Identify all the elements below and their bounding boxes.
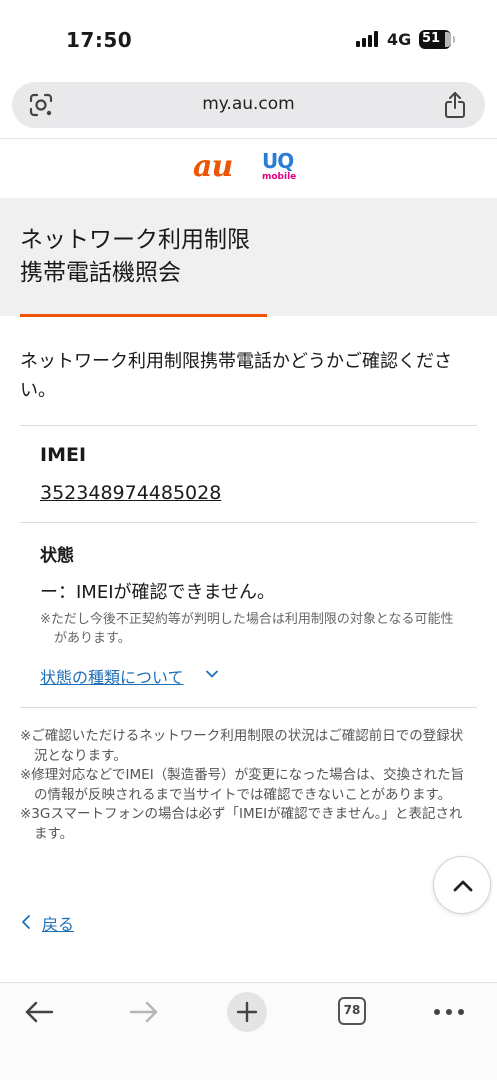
note-item: ※修理対応などでIMEI（製造番号）が変更になった場合は、交換された旨の情報が反… xyxy=(20,767,465,803)
tab-switcher-button[interactable]: 78 xyxy=(338,997,366,1025)
status-note: ※ただし今後不正契約等が判明した場合は利用制限の対象となる可能性があります。 xyxy=(40,612,454,646)
notes-list: ※ご確認いただけるネットワーク利用制限の状況はご確認前日での登録状況となります。… xyxy=(20,727,470,844)
share-icon[interactable] xyxy=(443,91,467,119)
status-types-link[interactable]: 状態の種類について xyxy=(40,664,184,688)
address-bar[interactable]: my.au.com xyxy=(12,82,485,128)
page-title: ネットワーク利用制限 携帯電話機照会 xyxy=(20,224,250,290)
more-icon[interactable] xyxy=(434,1009,464,1015)
imei-value: 352348974485028 xyxy=(40,482,222,504)
tab-count: 78 xyxy=(343,1003,361,1017)
scroll-to-top-button[interactable] xyxy=(433,856,491,914)
page-title-line1: ネットワーク利用制限 xyxy=(20,227,250,253)
arrow-left-icon[interactable] xyxy=(23,1000,55,1024)
new-tab-button[interactable] xyxy=(227,992,267,1032)
title-underline xyxy=(20,314,267,317)
browser-toolbar: 78 xyxy=(0,982,497,1080)
divider xyxy=(20,707,477,708)
divider xyxy=(20,522,477,523)
chevron-down-icon[interactable] xyxy=(205,667,219,681)
intro-text: ネットワーク利用制限携帯電話かどうかご確認ください。 xyxy=(20,351,452,401)
status-label: 状態 xyxy=(40,546,74,566)
page-title-block: ネットワーク利用制限 携帯電話機照会 xyxy=(0,198,497,316)
uq-mobile-logo: UQ mobile xyxy=(259,149,299,186)
back-link-label[interactable]: 戻る xyxy=(42,911,74,935)
au-logo: au xyxy=(193,149,233,184)
status-value: ー：IMEIが確認できません。 xyxy=(40,582,275,603)
imei-label: IMEI xyxy=(40,444,87,466)
chevron-left-icon xyxy=(22,915,30,929)
uq-logo-text: UQ xyxy=(262,149,294,173)
status-time: 17:50 xyxy=(66,28,133,52)
divider xyxy=(20,425,477,426)
signal-icon xyxy=(356,31,382,47)
brand-header: au UQ mobile xyxy=(0,138,497,198)
network-type: 4G xyxy=(387,30,412,49)
status-bar: 17:50 4G 51 xyxy=(0,0,497,80)
url-text[interactable]: my.au.com xyxy=(12,94,485,114)
uq-logo-subtext: mobile xyxy=(262,172,297,182)
page-title-line2: 携帯電話機照会 xyxy=(20,260,181,286)
note-item: ※3Gスマートフォンの場合は必ず「IMEIが確認できません。」と表記されます。 xyxy=(20,806,463,842)
chevron-up-icon xyxy=(453,880,473,892)
arrow-right-icon[interactable] xyxy=(128,1000,160,1024)
battery-level: 51 xyxy=(421,31,441,46)
note-item: ※ご確認いただけるネットワーク利用制限の状況はご確認前日での登録状況となります。 xyxy=(20,728,464,764)
plus-icon xyxy=(236,1001,258,1023)
battery-icon: 51 xyxy=(419,30,455,49)
